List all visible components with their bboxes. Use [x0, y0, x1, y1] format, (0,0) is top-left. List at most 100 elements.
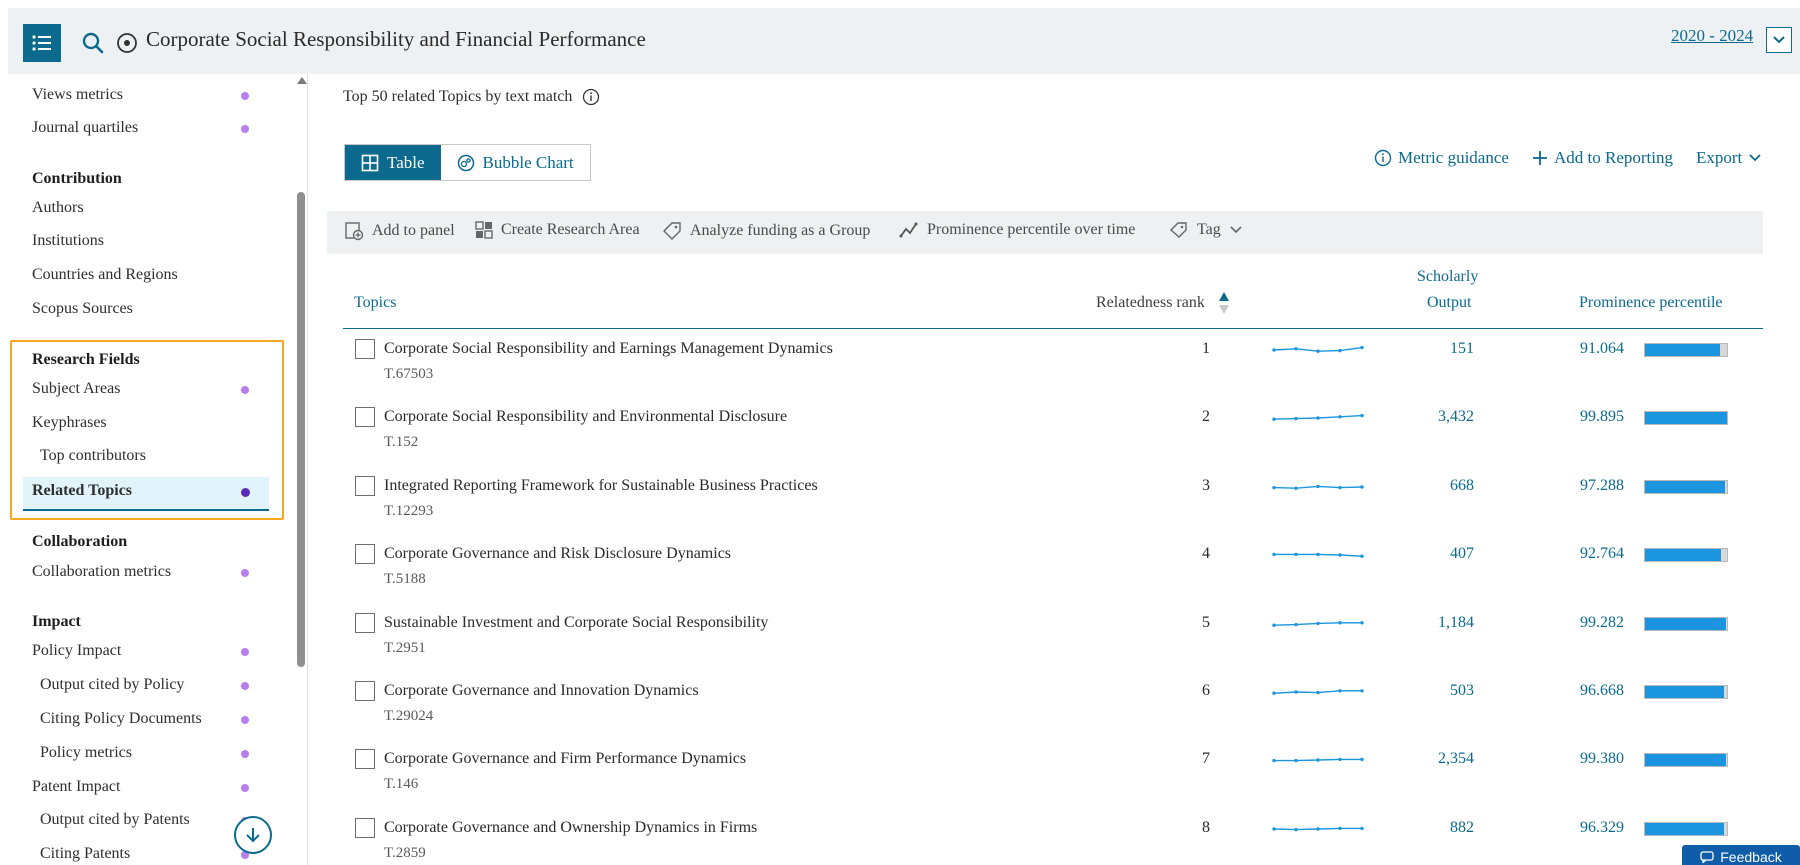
- add-to-reporting-link[interactable]: Add to Reporting: [1532, 148, 1673, 168]
- add-to-reporting-label: Add to Reporting: [1554, 148, 1673, 167]
- scholarly-output-link[interactable]: 882: [1384, 819, 1474, 837]
- status-dot: [241, 125, 249, 133]
- topic-title[interactable]: Corporate Social Responsibility and Earn…: [384, 340, 833, 358]
- prominence-bar-fill: [1645, 344, 1720, 356]
- bubble-chart-view-button[interactable]: Bubble Chart: [440, 145, 590, 180]
- sidebar-item-related-topics[interactable]: Related Topics: [32, 482, 132, 500]
- topic-title[interactable]: Corporate Governance and Innovation Dyna…: [384, 682, 699, 700]
- topic-title[interactable]: Corporate Governance and Ownership Dynam…: [384, 819, 757, 837]
- row-checkbox[interactable]: [355, 475, 375, 496]
- row-checkbox[interactable]: [355, 749, 375, 770]
- sidebar-item-journal-quartiles[interactable]: Journal quartiles: [32, 119, 138, 137]
- sidebar-item-top-contributors[interactable]: Top contributors: [40, 447, 146, 465]
- sidebar-item-citing-policy-documents[interactable]: Citing Policy Documents: [40, 710, 202, 728]
- topic-title[interactable]: Corporate Social Responsibility and Envi…: [384, 408, 787, 426]
- row-checkbox[interactable]: [355, 339, 375, 359]
- date-range-dropdown-button[interactable]: [1766, 27, 1792, 53]
- sidebar-item-policy-metrics[interactable]: Policy metrics: [40, 744, 132, 762]
- prominence-bar-fill: [1645, 822, 1724, 835]
- prominence-percentile-value[interactable]: 96.329: [1580, 819, 1624, 837]
- sparkline-point: [1338, 620, 1342, 625]
- topic-id: T.2951: [384, 639, 426, 656]
- prominence-bar: [1644, 343, 1728, 357]
- date-range-link[interactable]: 2020 - 2024: [1671, 26, 1753, 46]
- sidebar-item-collaboration-metrics[interactable]: Collaboration metrics: [32, 563, 171, 581]
- sparkline-point: [1294, 690, 1298, 694]
- prominence-bar-fill: [1645, 412, 1727, 425]
- topic-title[interactable]: Sustainable Investment and Corporate Soc…: [384, 614, 768, 632]
- sidebar-item-scopus-sources[interactable]: Scopus Sources: [32, 300, 133, 318]
- chevron-down-icon: [1773, 36, 1785, 44]
- topic-title[interactable]: Corporate Governance and Risk Disclosure…: [384, 545, 731, 563]
- scholarly-output-link[interactable]: 2,354: [1384, 750, 1474, 768]
- trend-sparkline: [1272, 826, 1364, 832]
- bubble-chart-view-label: Bubble Chart: [482, 152, 574, 172]
- scroll-down-button[interactable]: [234, 816, 272, 854]
- sidebar-item-citing-patents[interactable]: Citing Patents: [40, 845, 130, 863]
- feedback-button[interactable]: Feedback: [1682, 845, 1800, 865]
- add-to-panel-button[interactable]: Add to panel: [344, 221, 455, 241]
- sort-ascending-icon[interactable]: [1218, 291, 1230, 315]
- topic-title[interactable]: Integrated Reporting Framework for Susta…: [384, 477, 818, 495]
- info-icon: [1374, 149, 1392, 167]
- column-header-prominence-percentile[interactable]: Prominence percentile: [1579, 294, 1723, 312]
- sidebar-item-policy-impact[interactable]: Policy Impact: [32, 642, 121, 660]
- prominence-percentile-value[interactable]: 91.064: [1580, 340, 1624, 358]
- metric-guidance-link[interactable]: Metric guidance: [1374, 148, 1509, 168]
- sidebar-item-output-cited-by-policy[interactable]: Output cited by Policy: [40, 676, 184, 694]
- prominence-over-time-label: Prominence percentile over time: [927, 221, 1136, 238]
- sidebar-item-patent-impact[interactable]: Patent Impact: [32, 778, 120, 796]
- row-checkbox[interactable]: [355, 817, 375, 838]
- column-header-topics[interactable]: Topics: [354, 294, 396, 312]
- tag-dropdown[interactable]: Tag: [1169, 221, 1243, 239]
- prominence-percentile-value[interactable]: 92.764: [1580, 545, 1624, 563]
- relatedness-rank: 5: [1202, 613, 1210, 631]
- prominence-bar: [1644, 548, 1728, 563]
- related-topics-heading: Top 50 related Topics by text match: [343, 88, 600, 106]
- chevron-down-icon: [1230, 226, 1242, 234]
- sidebar-item-authors[interactable]: Authors: [32, 199, 84, 217]
- chat-bubble-icon: [1700, 851, 1714, 863]
- relatedness-rank: 4: [1202, 545, 1210, 563]
- sidebar-item-institutions[interactable]: Institutions: [32, 232, 104, 250]
- row-checkbox[interactable]: [355, 407, 375, 428]
- scroll-up-arrow[interactable]: [297, 77, 307, 84]
- sparkline-point: [1316, 827, 1320, 831]
- search-icon[interactable]: [80, 30, 106, 56]
- scholarly-output-link[interactable]: 3,432: [1384, 408, 1474, 426]
- prominence-percentile-value[interactable]: 99.380: [1580, 750, 1624, 768]
- sidebar-item-views-metrics[interactable]: Views metrics: [32, 86, 123, 104]
- scholarly-output-link[interactable]: 503: [1384, 682, 1474, 700]
- prominence-percentile-value[interactable]: 99.895: [1580, 408, 1624, 426]
- column-header-scholarly[interactable]: Scholarly: [1417, 268, 1478, 286]
- export-dropdown[interactable]: Export: [1696, 148, 1762, 168]
- create-research-area-button[interactable]: Create Research Area: [475, 221, 640, 239]
- prominence-percentile-value[interactable]: 97.288: [1580, 477, 1624, 495]
- table-view-button[interactable]: Table: [345, 145, 441, 180]
- scholarly-output-link[interactable]: 407: [1384, 545, 1474, 563]
- sidebar-nav: Views metrics Journal quartiles Contribu…: [8, 74, 308, 865]
- analyze-funding-button[interactable]: Analyze funding as a Group: [662, 221, 870, 241]
- prominence-percentile-value[interactable]: 99.282: [1580, 614, 1624, 632]
- column-header-relatedness-rank[interactable]: Relatedness rank: [1096, 294, 1205, 312]
- row-checkbox[interactable]: [355, 544, 375, 565]
- scholarly-output-link[interactable]: 151: [1384, 340, 1474, 358]
- scholarly-output-link[interactable]: 668: [1384, 477, 1474, 495]
- row-checkbox[interactable]: [355, 612, 375, 633]
- sidebar-item-subject-areas[interactable]: Subject Areas: [32, 380, 120, 398]
- sidebar-item-output-cited-by-patents[interactable]: Output cited by Patents: [40, 811, 190, 829]
- topic-title[interactable]: Corporate Governance and Firm Performanc…: [384, 750, 746, 768]
- sidebar-item-keyphrases[interactable]: Keyphrases: [32, 414, 107, 432]
- sidebar-item-countries-regions[interactable]: Countries and Regions: [32, 266, 178, 284]
- prominence-over-time-button[interactable]: Prominence percentile over time: [899, 221, 1135, 239]
- sparkline-point: [1360, 485, 1364, 489]
- menu-list-button[interactable]: [23, 24, 61, 62]
- row-checkbox[interactable]: [355, 681, 375, 701]
- column-header-output[interactable]: Output: [1427, 294, 1471, 312]
- prominence-percentile-value[interactable]: 96.668: [1580, 682, 1624, 700]
- scholarly-output-link[interactable]: 1,184: [1384, 614, 1474, 632]
- table-toolbar: Add to panel Create Research Area Analyz…: [327, 211, 1763, 254]
- sidebar-scrollbar[interactable]: [297, 192, 305, 667]
- info-icon[interactable]: [582, 88, 600, 106]
- sparkline-point: [1272, 691, 1276, 695]
